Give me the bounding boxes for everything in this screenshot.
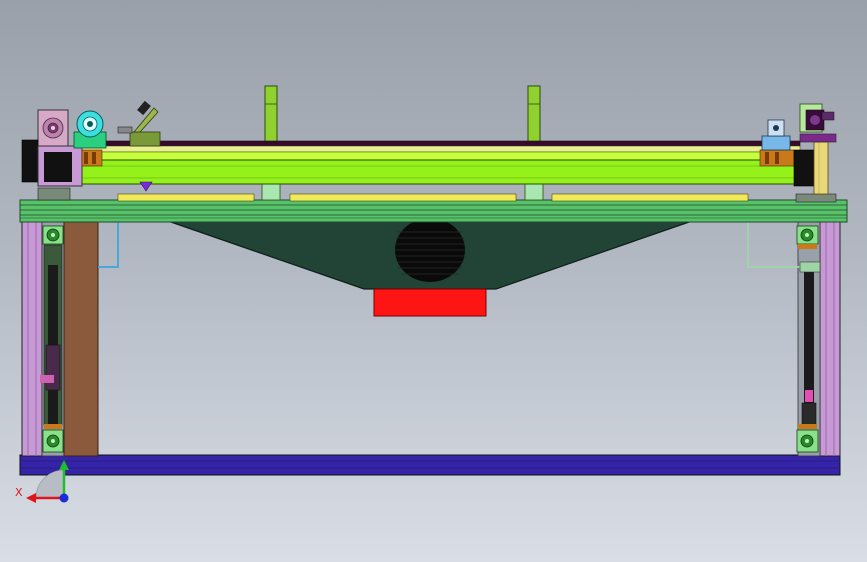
assembly-drawing[interactable]: X [0, 0, 867, 562]
cad-viewport[interactable]: X [0, 0, 867, 562]
left-sprocket-bottom[interactable] [42, 424, 64, 453]
nozzle-marker[interactable] [139, 181, 153, 192]
base-beam[interactable] [19, 454, 841, 476]
right-bearing-block[interactable] [761, 119, 791, 151]
z-axis-dot [59, 493, 69, 503]
left-sprocket-top[interactable] [42, 225, 64, 245]
right-hose-fitting [799, 261, 821, 273]
work-table[interactable] [19, 199, 848, 223]
x-axis-arrowhead [26, 493, 36, 503]
left-sensor-bracket[interactable] [117, 100, 161, 147]
discharge-outlet[interactable] [373, 288, 487, 317]
left-air-hose [98, 222, 119, 268]
hopper-fan[interactable] [395, 218, 465, 282]
table-surface-plates[interactable] [117, 193, 749, 202]
right-sensor-head[interactable] [799, 103, 837, 143]
left-gearbox[interactable] [37, 109, 69, 147]
left-pulley-wheel[interactable] [73, 110, 107, 149]
x-axis-label: X [15, 486, 23, 499]
right-lead-screw[interactable] [801, 265, 817, 429]
right-air-hose [747, 222, 800, 268]
linear-rail[interactable] [79, 140, 801, 185]
right-sprocket-top[interactable] [796, 225, 819, 249]
right-sprocket-bottom[interactable] [796, 424, 819, 453]
